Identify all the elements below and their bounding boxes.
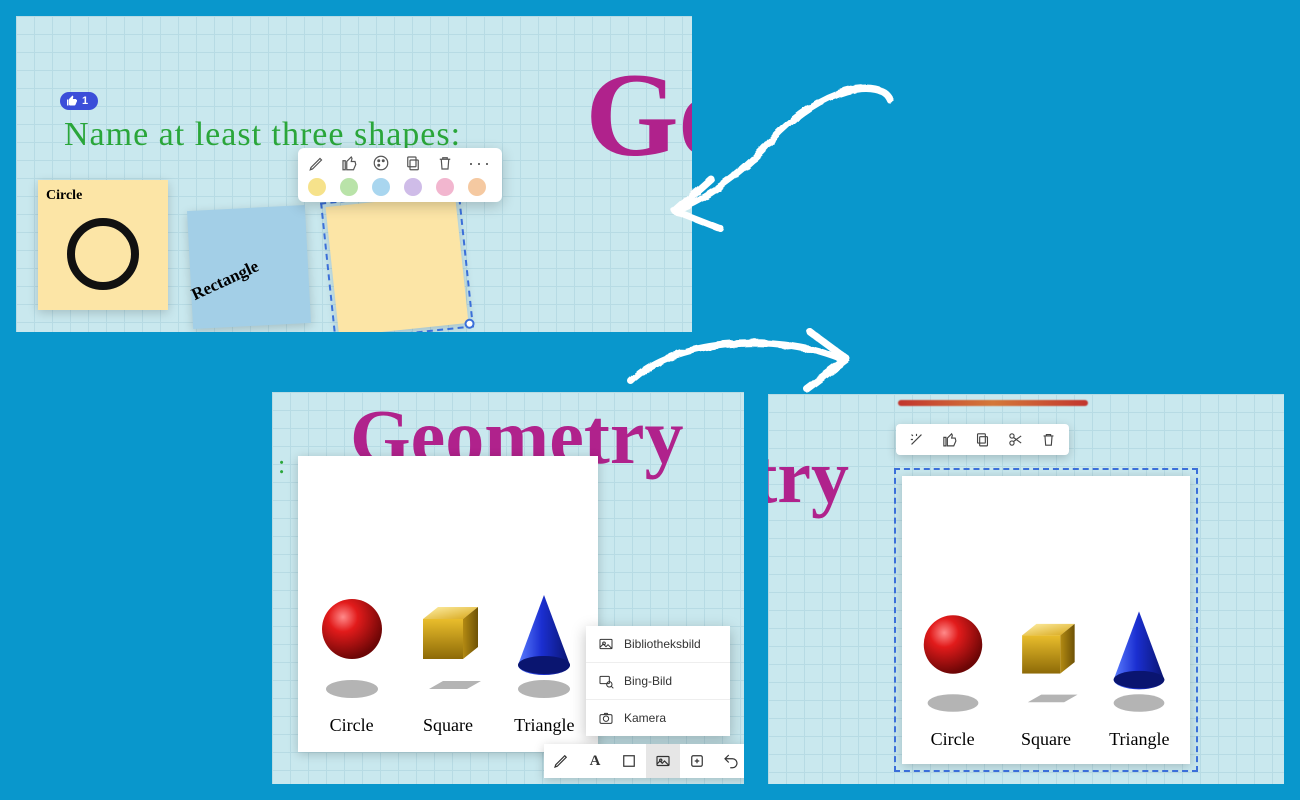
sticky-label: Rectangle	[188, 256, 261, 304]
sticky-note-circle[interactable]: Circle	[38, 180, 168, 310]
swatch-blue[interactable]	[372, 178, 390, 196]
shapes-image-selected[interactable]: Circle Square Triangle	[902, 476, 1190, 764]
copy-icon[interactable]	[974, 431, 991, 448]
tool-text[interactable]: A	[578, 744, 612, 778]
whiteboard-panel-image-selected: try Circle Square	[768, 394, 1284, 784]
menu-label: Kamera	[624, 711, 666, 725]
tool-undo[interactable]	[714, 744, 744, 778]
swatch-purple[interactable]	[404, 178, 422, 196]
swatch-green[interactable]	[340, 178, 358, 196]
title-fragment: Ge	[585, 46, 692, 184]
shape-label: Triangle	[514, 715, 574, 735]
swatch-yellow[interactable]	[308, 178, 326, 196]
swatch-orange[interactable]	[468, 178, 486, 196]
tool-add[interactable]	[680, 744, 714, 778]
camera-icon	[598, 710, 614, 726]
sticky-note-selected[interactable]	[326, 194, 469, 332]
more-icon[interactable]: ···	[468, 159, 492, 168]
trash-icon[interactable]	[436, 154, 454, 172]
title-fragment: try	[768, 434, 849, 521]
whiteboard-panel-image-insert: : Geometry Circle Square Tri	[272, 392, 744, 784]
menu-item-library[interactable]: Bibliotheksbild	[586, 626, 730, 662]
palette-icon[interactable]	[372, 154, 390, 172]
shape-circle: Circle	[312, 589, 392, 736]
shape-square: Square	[403, 589, 493, 736]
swatch-pink[interactable]	[436, 178, 454, 196]
prompt-trailing: :	[278, 450, 285, 480]
shapes-image[interactable]: Circle Square Triangle	[298, 456, 598, 752]
resize-handle[interactable]	[464, 318, 475, 329]
shape-circle: Circle	[914, 605, 992, 750]
color-swatch-row	[308, 178, 492, 196]
marker-annotation	[898, 400, 1088, 406]
shape-triangle: Triangle	[504, 589, 584, 736]
search-image-icon	[598, 673, 614, 689]
shape-label: Square	[423, 715, 473, 735]
image-context-toolbar	[896, 424, 1069, 455]
sticky-label: Circle	[46, 188, 82, 203]
menu-label: Bibliotheksbild	[624, 637, 701, 651]
shape-triangle: Triangle	[1100, 605, 1178, 750]
pen-icon[interactable]	[308, 154, 326, 172]
shape-label: Circle	[931, 729, 975, 749]
tool-pen[interactable]	[544, 744, 578, 778]
thumbs-up-icon	[66, 95, 78, 107]
thumbs-up-icon[interactable]	[941, 431, 958, 448]
tool-image[interactable]	[646, 744, 680, 778]
trash-icon[interactable]	[1040, 431, 1057, 448]
tool-note[interactable]	[612, 744, 646, 778]
like-badge[interactable]: 1	[60, 92, 98, 110]
shape-label: Circle	[330, 715, 374, 735]
like-count: 1	[82, 95, 88, 107]
bottom-toolbar: A	[544, 744, 744, 778]
menu-item-camera[interactable]: Kamera	[586, 699, 730, 736]
menu-label: Bing-Bild	[624, 674, 672, 688]
magic-wand-icon[interactable]	[908, 431, 925, 448]
whiteboard-panel-notes: 1 Name at least three shapes: Ge Circle …	[16, 16, 692, 332]
menu-item-bing[interactable]: Bing-Bild	[586, 662, 730, 699]
sticky-note-rectangle[interactable]: Rectangle	[187, 205, 311, 329]
image-icon	[598, 636, 614, 652]
thumbs-up-icon[interactable]	[340, 154, 358, 172]
shape-label: Square	[1021, 729, 1071, 749]
scissors-icon[interactable]	[1007, 431, 1024, 448]
shape-square: Square	[1003, 605, 1089, 750]
copy-icon[interactable]	[404, 154, 422, 172]
shape-label: Triangle	[1109, 729, 1169, 749]
circle-drawing	[67, 218, 139, 290]
note-context-toolbar: ···	[298, 148, 502, 202]
image-source-menu: Bibliotheksbild Bing-Bild Kamera	[586, 626, 730, 736]
